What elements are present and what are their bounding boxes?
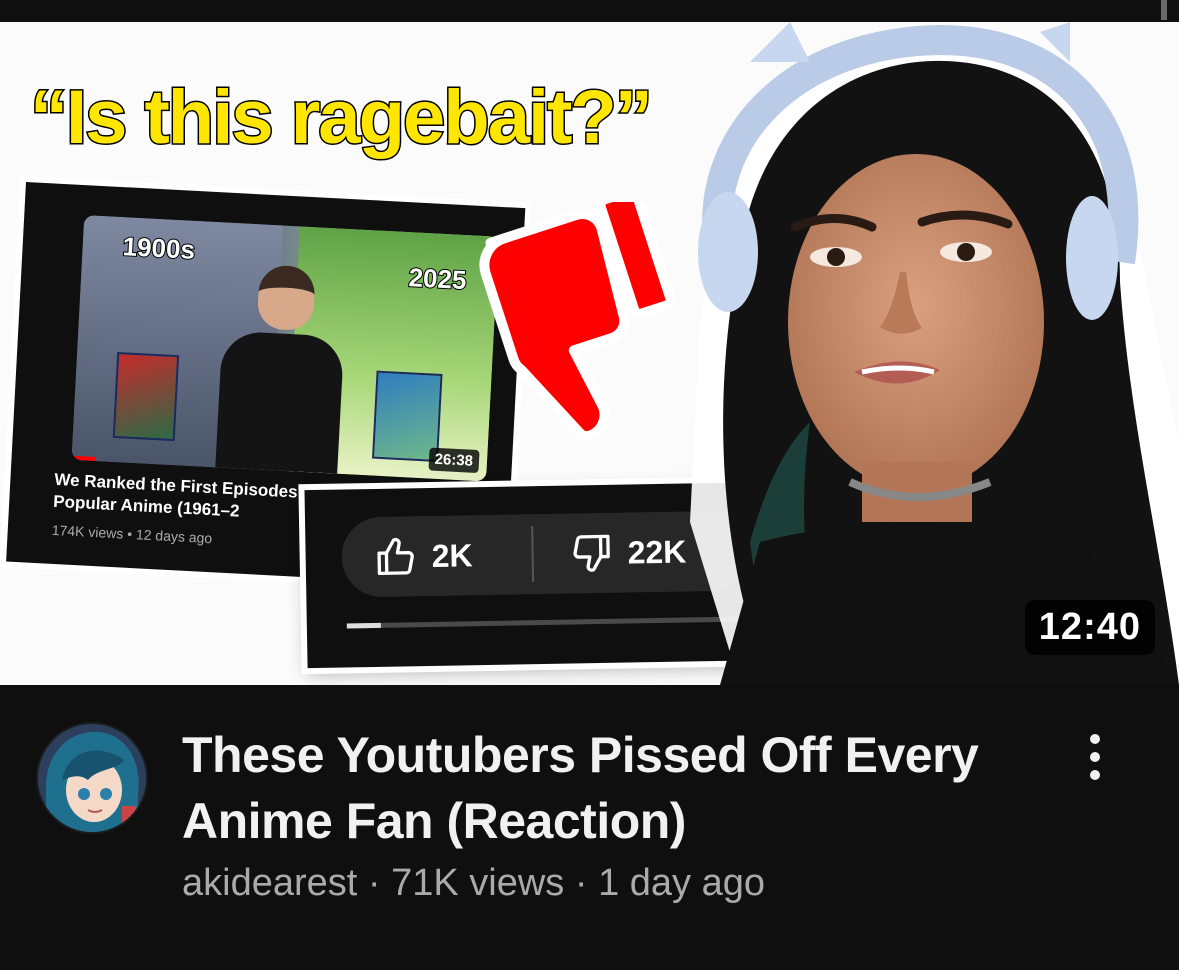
like-count: 2K <box>431 536 473 574</box>
thumbs-up-icon <box>377 537 414 576</box>
embedded-watch-progress <box>71 455 96 462</box>
upload-age: 1 day ago <box>598 862 766 904</box>
era-label-right: 2025 <box>407 261 468 296</box>
embedded-person-head <box>256 264 316 332</box>
thumbnail-headline: “Is this ragebait?” <box>29 74 655 162</box>
streamer-portrait <box>690 22 1179 685</box>
channel-avatar[interactable] <box>36 722 148 834</box>
video-thumbnail[interactable]: “Is this ragebait?” 1900s 2025 26:38 We … <box>0 22 1179 685</box>
like-button[interactable]: 2K <box>373 531 473 581</box>
embedded-person-body <box>215 330 345 474</box>
anime-avatar-image <box>38 724 146 832</box>
meta-separator: · <box>357 862 392 904</box>
like-divider <box>531 526 535 583</box>
era-label-left: 1900s <box>121 230 197 266</box>
video-title[interactable]: These Youtubers Pissed Off Every Anime F… <box>182 722 982 854</box>
meta-separator: · <box>564 862 599 904</box>
embedded-person <box>211 262 352 474</box>
video-metadata: akidearest · 71K views · 1 day ago <box>182 862 765 905</box>
dvd-case-left <box>112 352 180 442</box>
menu-dot <box>1090 770 1100 780</box>
view-count: 71K views <box>391 862 565 904</box>
channel-name[interactable]: akidearest <box>182 862 357 904</box>
top-bar <box>0 0 1179 22</box>
menu-dot <box>1090 752 1100 762</box>
embedded-video-meta: 174K views • 12 days ago <box>51 521 213 547</box>
more-vertical-icon[interactable] <box>1080 734 1110 784</box>
video-duration-badge: 12:40 <box>1024 600 1155 655</box>
embedded-video-thumbnail: 1900s 2025 26:38 <box>71 215 499 482</box>
menu-dot <box>1090 734 1100 744</box>
scroll-indicator <box>1161 0 1167 20</box>
like-ratio-fill <box>346 622 381 629</box>
